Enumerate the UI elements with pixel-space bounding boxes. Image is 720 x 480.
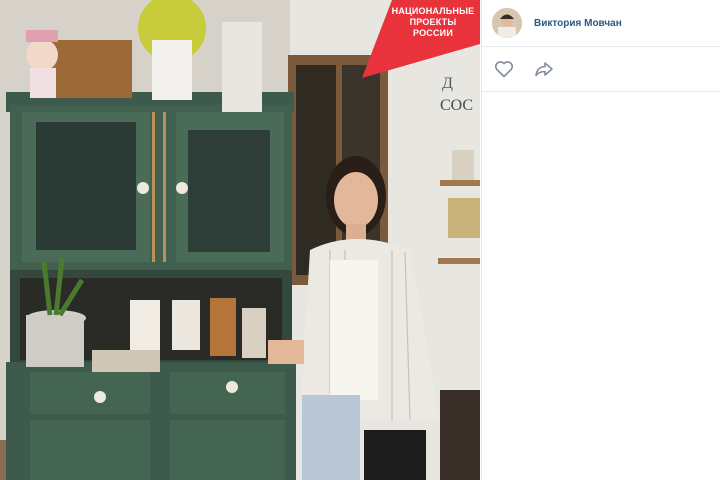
post-sidebar: Виктория Мовчан	[481, 0, 720, 480]
badge-line-3: РОССИИ	[412, 28, 454, 38]
share-arrow-icon	[535, 62, 553, 77]
heart-icon	[494, 61, 514, 78]
badge-line-1: НАЦИОНАЛЬНЫЕ	[391, 6, 475, 16]
post-photo[interactable]: Д СОС НАЦИОНАЛЬНЫЕ ПРОЕКТЫ РОССИИ	[0, 0, 480, 480]
author-name-link[interactable]: Виктория Мовчан	[534, 18, 622, 29]
photo-image: Д СОС	[0, 0, 480, 480]
share-button[interactable]	[532, 57, 556, 81]
national-projects-badge: НАЦИОНАЛЬНЫЕ ПРОЕКТЫ РОССИИ	[388, 6, 478, 39]
avatar-image	[492, 8, 522, 38]
badge-line-2: ПРОЕКТЫ	[409, 17, 457, 27]
author-header: Виктория Мовчан	[482, 0, 720, 47]
svg-text:Д: Д	[442, 75, 453, 92]
svg-text:СОС: СОС	[440, 97, 473, 114]
avatar[interactable]	[492, 8, 522, 38]
post-actions	[482, 47, 720, 92]
like-button[interactable]	[492, 57, 516, 81]
